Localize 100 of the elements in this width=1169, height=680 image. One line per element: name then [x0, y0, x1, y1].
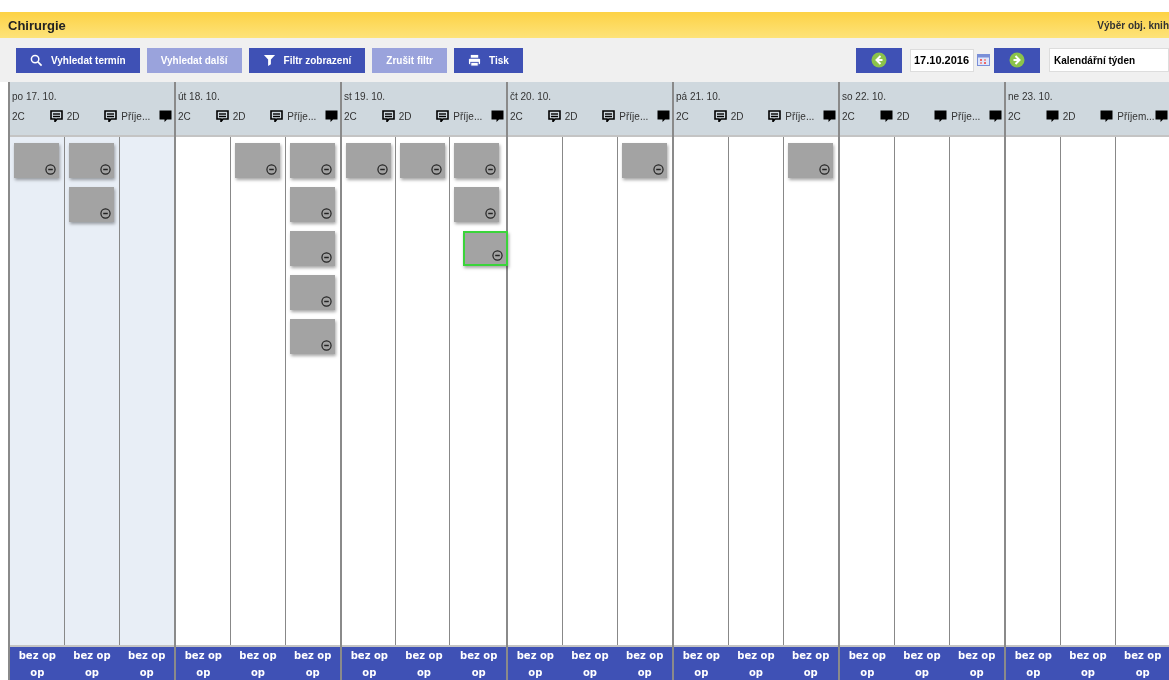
comment-icon[interactable] [1100, 110, 1114, 122]
room-label: 2C [344, 110, 357, 122]
note-icon[interactable] [215, 110, 229, 122]
footer-label: op [1135, 666, 1150, 680]
next-week-button[interactable] [994, 47, 1040, 73]
note-icon[interactable] [49, 110, 63, 122]
footer-label: bez op [128, 649, 166, 663]
room-label: Příje... [951, 110, 981, 122]
previous-week-button[interactable] [856, 47, 902, 73]
appointment-card[interactable] [290, 231, 335, 266]
footer-label: bez op [184, 649, 222, 663]
appointment-card[interactable] [69, 187, 114, 222]
minus-circle-icon[interactable] [45, 164, 56, 175]
minus-circle-icon[interactable] [321, 340, 332, 351]
toolbar-button[interactable]: Vyhledat termín [16, 47, 140, 73]
room-label: Příjem... [1117, 110, 1155, 122]
appointment-card[interactable] [400, 143, 445, 178]
comment-icon[interactable] [989, 110, 1002, 122]
comment-icon[interactable] [159, 110, 172, 122]
appointment-card[interactable] [290, 319, 335, 354]
date-field[interactable]: 17.10.2016 [910, 48, 974, 72]
note-icon[interactable] [547, 110, 561, 122]
note-icon[interactable] [104, 110, 118, 122]
comment-icon[interactable] [879, 110, 893, 122]
view-select[interactable]: Kalendářní týden [1049, 48, 1169, 72]
footer-label: op [749, 666, 763, 680]
room-label: 2D [564, 110, 578, 122]
comment-icon[interactable] [823, 110, 836, 122]
day-heading: st 19. 10. [344, 90, 386, 102]
minus-circle-icon[interactable] [266, 164, 277, 175]
room-label: 2D [232, 110, 246, 122]
appointment-card[interactable] [454, 143, 499, 178]
comment-icon[interactable] [325, 110, 338, 122]
book-selection-link[interactable]: Výběr obj. knih [1097, 19, 1169, 31]
toolbar-button[interactable]: Filtr zobrazení [248, 47, 366, 73]
minus-circle-icon[interactable] [321, 252, 332, 263]
appointment-card[interactable] [788, 143, 833, 178]
footer-label: op [860, 666, 875, 680]
minus-circle-icon[interactable] [100, 164, 111, 175]
search-icon [30, 53, 43, 67]
note-icon[interactable] [768, 110, 782, 122]
app-title: Chirurgie [8, 17, 66, 33]
day-heading: út 18. 10. [178, 90, 220, 102]
comment-icon[interactable] [491, 110, 504, 122]
room-label: 2C [1008, 110, 1021, 122]
comment-icon[interactable] [1155, 110, 1168, 122]
appointment-card[interactable] [346, 143, 391, 178]
appointment-card[interactable] [622, 143, 667, 178]
comment-icon[interactable] [934, 110, 948, 122]
footer-label: bez op [626, 649, 664, 663]
minus-circle-icon[interactable] [819, 164, 830, 175]
footer-label: op [362, 666, 377, 680]
footer-label: bez op [460, 649, 498, 663]
footer-label: op [803, 666, 818, 680]
appointment-card[interactable] [463, 231, 508, 266]
footer-label: bez op [903, 649, 941, 663]
minus-circle-icon[interactable] [321, 164, 332, 175]
note-icon[interactable] [270, 110, 284, 122]
appointment-card[interactable] [14, 143, 59, 178]
note-icon[interactable] [381, 110, 395, 122]
room-label: 2C [676, 110, 689, 122]
comment-icon[interactable] [657, 110, 670, 122]
minus-circle-icon[interactable] [377, 164, 388, 175]
footer-label: bez op [294, 649, 332, 663]
appointment-card[interactable] [454, 187, 499, 222]
room-label: 2D [730, 110, 744, 122]
toolbar-button[interactable]: Tisk [454, 47, 523, 73]
note-icon[interactable] [436, 110, 450, 122]
calendar-icon[interactable] [977, 54, 990, 66]
room-label: 2C [12, 110, 25, 122]
footer-label: bez op [682, 649, 720, 663]
footer-label: op [85, 666, 99, 680]
minus-circle-icon[interactable] [321, 208, 332, 219]
appointment-card[interactable] [290, 187, 335, 222]
minus-circle-icon[interactable] [485, 208, 496, 219]
footer-label: bez op [792, 649, 830, 663]
footer-label: op [528, 666, 543, 680]
minus-circle-icon[interactable] [492, 250, 503, 261]
room-label: 2D [398, 110, 412, 122]
note-icon[interactable] [602, 110, 616, 122]
minus-circle-icon[interactable] [653, 164, 664, 175]
room-label: 2C [178, 110, 191, 122]
minus-circle-icon[interactable] [431, 164, 442, 175]
note-icon[interactable] [713, 110, 727, 122]
footer-label: bez op [1014, 649, 1052, 663]
footer-label: bez op [516, 649, 554, 663]
appointment-card[interactable] [290, 143, 335, 178]
comment-icon[interactable] [1045, 110, 1059, 122]
footer-label: op [251, 666, 265, 680]
minus-circle-icon[interactable] [321, 296, 332, 307]
appointment-card[interactable] [69, 143, 114, 178]
appointment-card[interactable] [290, 275, 335, 310]
footer-label: bez op [848, 649, 886, 663]
room-label: Příje... [287, 110, 317, 122]
room-label: 2C [842, 110, 855, 122]
day-heading: po 17. 10. [12, 90, 57, 102]
room-label: 2C [510, 110, 523, 122]
minus-circle-icon[interactable] [485, 164, 496, 175]
minus-circle-icon[interactable] [100, 208, 111, 219]
appointment-card[interactable] [235, 143, 280, 178]
